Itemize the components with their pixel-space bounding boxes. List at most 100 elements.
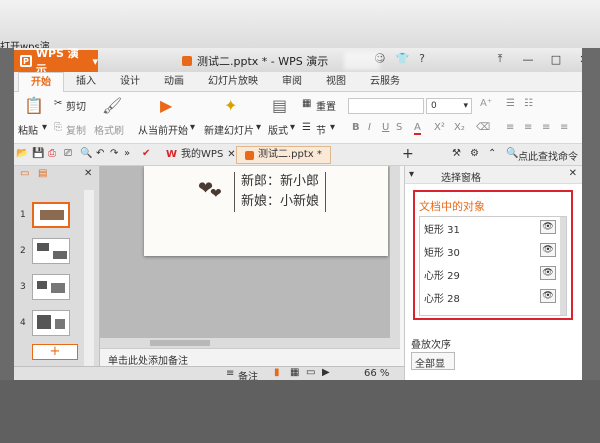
save-icon[interactable]: 💾 xyxy=(32,148,44,159)
undo-icon[interactable]: ↶ xyxy=(96,148,104,159)
open-icon[interactable]: 📂 xyxy=(16,148,28,159)
current-slide[interactable]: ❤ ❤ 新郎：新小郎 新娘：小新娘 xyxy=(144,166,388,256)
list-item[interactable]: 心形 28 👁 xyxy=(420,286,560,308)
minimize-icon[interactable]: — xyxy=(516,50,540,68)
cut-icon[interactable]: ✂ xyxy=(54,98,62,109)
subscript-button[interactable]: X₂ xyxy=(454,122,465,133)
slideshow-icon[interactable]: ▶ xyxy=(322,367,330,378)
format-painter-icon[interactable]: 🖌 xyxy=(102,96,122,115)
add-slide-button[interactable]: + xyxy=(32,344,78,360)
visibility-eye-icon[interactable]: 👁 xyxy=(540,266,556,280)
sorter-view-icon[interactable]: ▦ xyxy=(290,367,299,378)
pin-check-icon[interactable]: ✔ xyxy=(142,148,150,159)
play-icon[interactable]: ▶ xyxy=(160,96,172,115)
copy-icon[interactable]: ⎘ xyxy=(54,122,62,133)
slide-thumbnail[interactable]: 3 xyxy=(20,274,70,300)
clear-format-icon[interactable]: ⌫ xyxy=(476,122,490,133)
close-icon[interactable]: ✕ xyxy=(227,146,235,164)
superscript-button[interactable]: X² xyxy=(434,122,445,133)
visibility-eye-icon[interactable]: 👁 xyxy=(540,289,556,303)
command-search[interactable]: 点此查找命令 xyxy=(518,148,578,163)
copy-button[interactable]: 复制 xyxy=(66,122,86,137)
list-item[interactable]: 矩形 30 👁 xyxy=(420,240,560,262)
close-panel-icon[interactable]: ✕ xyxy=(84,168,92,179)
justify-icon[interactable]: ≡ xyxy=(560,122,568,133)
list-item[interactable]: 心形 29 👁 xyxy=(420,263,560,285)
font-name-combo[interactable] xyxy=(348,98,424,114)
outline-view-icon[interactable]: ▤ xyxy=(38,168,47,179)
section-icon[interactable]: ☰ xyxy=(302,122,311,133)
format-painter-button[interactable]: 格式刷 xyxy=(94,122,124,137)
font-size-combo[interactable]: 0 ▾ xyxy=(426,98,472,114)
export-pdf-icon[interactable]: ⎙ xyxy=(48,148,56,159)
section-button[interactable]: 节 xyxy=(316,122,326,137)
tab-home[interactable]: 开始 xyxy=(18,72,64,92)
visibility-eye-icon[interactable]: 👁 xyxy=(540,243,556,257)
section-dropdown-icon[interactable]: ▾ xyxy=(330,122,335,133)
paste-icon[interactable]: 📋 xyxy=(24,96,44,115)
notes-toggle-icon[interactable]: ≡ xyxy=(226,368,234,379)
help-icon[interactable]: ? xyxy=(419,52,425,65)
play-dropdown-icon[interactable]: ▾ xyxy=(190,122,195,133)
play-from-current-button[interactable]: 从当前开始 xyxy=(138,122,188,137)
grow-font-icon[interactable]: A⁺ xyxy=(480,98,492,109)
align-right-icon[interactable]: ≡ xyxy=(542,122,550,133)
app-menu-button[interactable]: P WPS 演示 ▾ xyxy=(14,48,98,76)
tab-insert[interactable]: 插入 xyxy=(64,72,108,92)
new-slide-icon[interactable]: ✦ xyxy=(224,96,237,115)
layout-dropdown-icon[interactable]: ▾ xyxy=(290,122,295,133)
font-color-button[interactable]: A xyxy=(414,122,421,135)
new-slide-button[interactable]: 新建幻灯片 xyxy=(204,122,254,137)
show-all-button[interactable]: 全部显 xyxy=(411,352,455,370)
objects-scrollbar[interactable] xyxy=(560,217,566,315)
tab-review[interactable]: 审阅 xyxy=(270,72,314,92)
doc-tab-my-wps[interactable]: W 我的WPS ✕ xyxy=(158,146,244,164)
italic-button[interactable]: I xyxy=(368,122,371,133)
doc-tab-current[interactable]: 测试二.pptx * xyxy=(236,146,331,164)
canvas-horizontal-scrollbar[interactable] xyxy=(100,338,390,348)
slide-text-box[interactable]: 新郎：新小郎 新娘：小新娘 xyxy=(234,172,327,212)
underline-button[interactable]: U xyxy=(382,122,389,133)
paste-button[interactable]: 粘贴 xyxy=(18,122,38,137)
reset-icon[interactable]: ▦ xyxy=(302,98,311,109)
notes-toggle[interactable]: 备注 xyxy=(238,368,258,380)
visibility-eye-icon[interactable]: 👁 xyxy=(540,220,556,234)
maximize-icon[interactable]: □ xyxy=(544,50,568,68)
collapse-ribbon-icon[interactable]: ⌃ xyxy=(488,148,496,159)
more-chevron-icon[interactable]: » xyxy=(124,148,130,159)
slide-editing-area[interactable]: ❤ ❤ 新郎：新小郎 新娘：小新娘 xyxy=(100,166,400,348)
close-icon[interactable]: ✕ xyxy=(569,168,577,179)
new-tab-button[interactable]: + xyxy=(402,146,414,162)
tools-icon[interactable]: ⚒ xyxy=(452,148,461,159)
bold-button[interactable]: B xyxy=(352,122,360,133)
tab-view[interactable]: 视图 xyxy=(314,72,358,92)
new-slide-dropdown-icon[interactable]: ▾ xyxy=(256,122,261,133)
align-left-icon[interactable]: ≡ xyxy=(506,122,514,133)
tab-cloud[interactable]: 云服务 xyxy=(358,72,412,92)
redo-icon[interactable]: ↷ xyxy=(110,148,118,159)
search-icon[interactable]: 🔍 xyxy=(506,148,518,159)
canvas-vertical-scrollbar[interactable] xyxy=(390,166,400,348)
numbering-icon[interactable]: ☷ xyxy=(524,98,533,109)
slides-view-icon[interactable]: ▭ xyxy=(20,168,29,179)
reading-view-icon[interactable]: ▭ xyxy=(306,367,315,378)
strikethrough-icon[interactable]: S xyxy=(396,122,402,133)
reset-button[interactable]: 重置 xyxy=(316,98,336,113)
list-item[interactable]: 矩形 31 👁 xyxy=(420,217,560,239)
tab-animation[interactable]: 动画 xyxy=(152,72,196,92)
pane-menu-icon[interactable]: ▾ xyxy=(409,169,414,180)
zoom-level[interactable]: 66 % xyxy=(364,368,389,379)
canvas-scroll-thumb[interactable] xyxy=(150,340,210,346)
shirt-icon[interactable]: 👕 xyxy=(395,52,409,65)
slide-thumbnail[interactable]: 2 xyxy=(20,238,70,264)
slide-thumbnail[interactable]: 1 xyxy=(20,202,70,228)
tab-design[interactable]: 设计 xyxy=(108,72,152,92)
pin-icon[interactable]: ⤒ xyxy=(488,50,512,68)
normal-view-icon[interactable]: ▮ xyxy=(274,367,280,378)
bullets-icon[interactable]: ☰ xyxy=(506,98,515,109)
notes-area[interactable]: 单击此处添加备注 xyxy=(100,348,400,367)
layout-icon[interactable]: ▤ xyxy=(272,96,287,115)
settings-icon[interactable]: ⚙ xyxy=(470,148,479,159)
align-center-icon[interactable]: ≡ xyxy=(524,122,532,133)
print-icon[interactable]: ⎚ xyxy=(64,148,72,159)
